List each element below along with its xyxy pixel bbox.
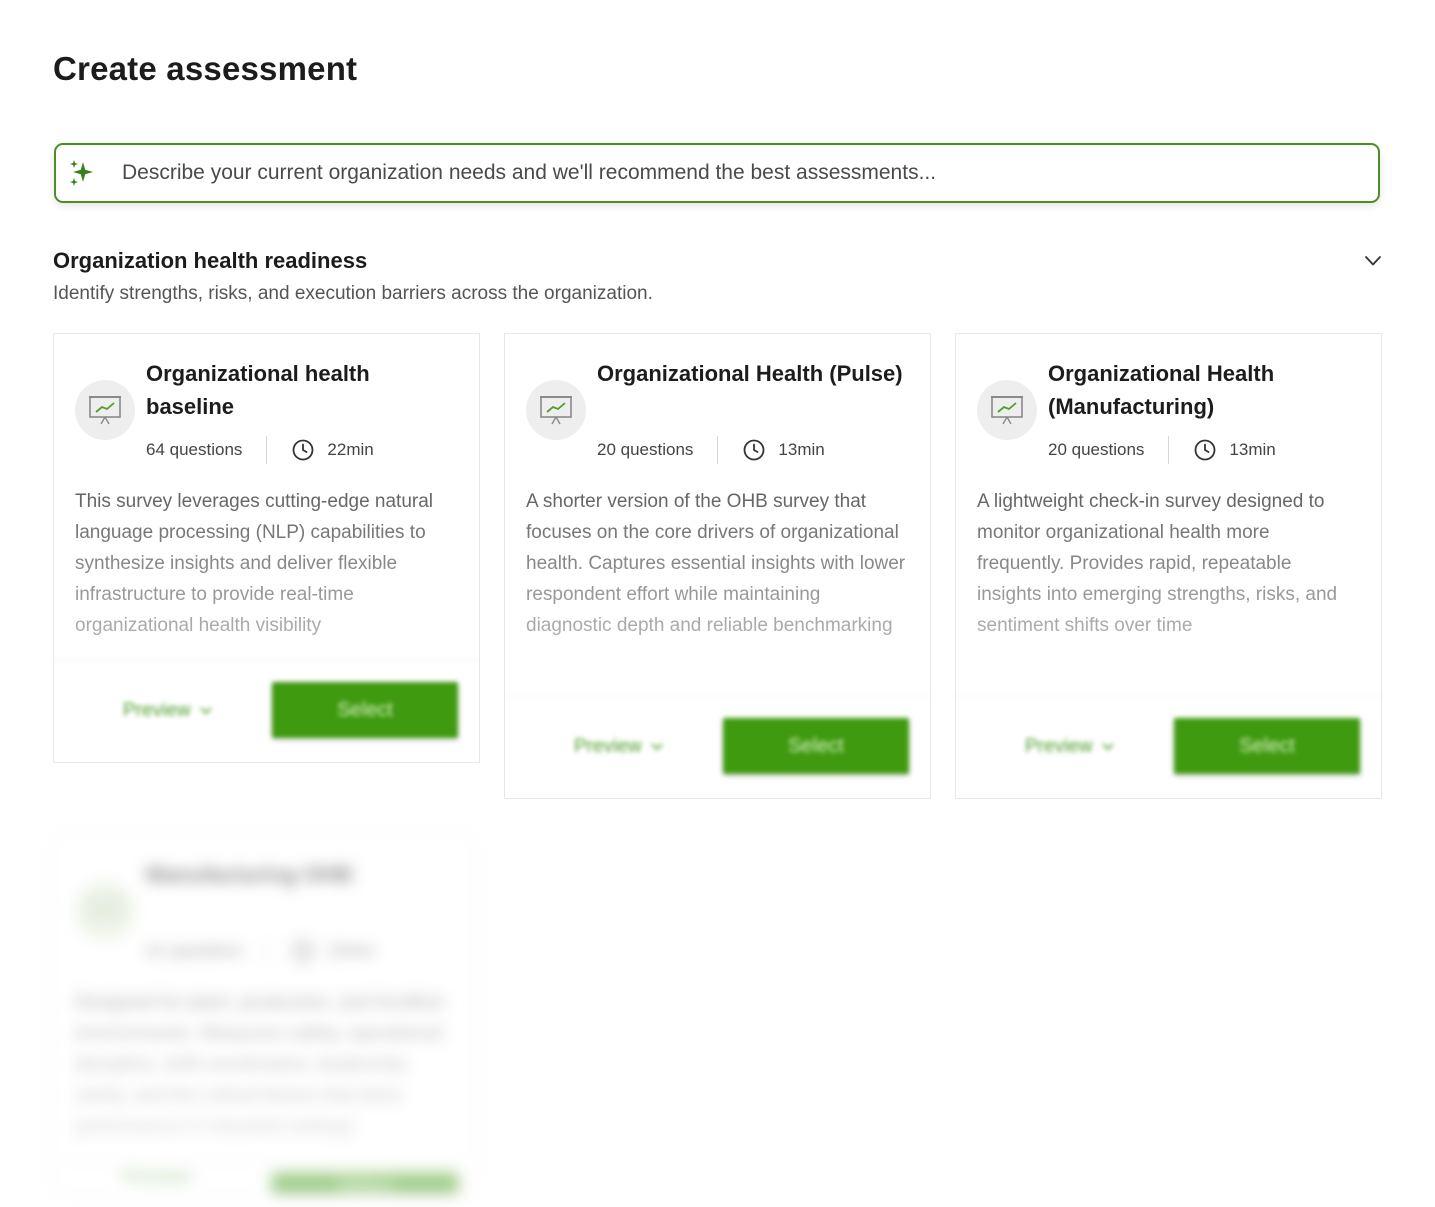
assessment-card[interactable]: Organizational Health (Manufacturing) 20… [955, 333, 1382, 799]
preview-label: Preview [123, 700, 191, 721]
assessment-card[interactable]: Organizational Health (Pulse) 20 questio… [504, 333, 931, 799]
presentation-chart-icon [526, 380, 586, 440]
section-subtitle: Identify strengths, risks, and execution… [53, 283, 653, 304]
select-button[interactable]: Select [723, 718, 909, 774]
question-count: 64 questions [146, 440, 243, 459]
preview-label: Preview [574, 736, 642, 757]
card-description: A shorter version of the OHB survey that… [526, 491, 906, 636]
preview-button[interactable]: Preview [1019, 696, 1121, 798]
select-button[interactable]: Select [1174, 718, 1360, 774]
select-button[interactable]: Select [272, 1173, 458, 1196]
card-footer: Preview Select [505, 695, 930, 798]
question-count: 41 questions [146, 941, 243, 960]
section-title: Organization health readiness [53, 248, 368, 273]
card-footer: Preview Select [54, 1162, 473, 1196]
chevron-down-icon [1365, 256, 1381, 266]
sparkle-icon [70, 160, 93, 186]
duration: 13min [778, 440, 825, 459]
question-count: 20 questions [1048, 440, 1145, 459]
preview-button[interactable]: Preview [117, 660, 219, 762]
clock-icon [1195, 439, 1216, 461]
meta-divider [266, 937, 268, 965]
page-title: Create assessment [53, 50, 358, 87]
recommendation-search[interactable] [54, 143, 1380, 203]
search-input[interactable] [122, 145, 1378, 201]
assessment-card[interactable]: Organizational health baseline 64 questi… [53, 333, 480, 763]
card-description: This survey leverages cutting-edge natur… [75, 491, 434, 636]
chevron-down-icon [199, 707, 212, 715]
clock-icon [744, 439, 765, 461]
card-description: A lightweight check-in survey designed t… [977, 491, 1338, 636]
preview-label: Preview [1025, 736, 1093, 757]
card-title: Organizational Health (Pulse) [597, 361, 903, 386]
presentation-chart-icon [977, 380, 1037, 440]
preview-button[interactable]: Preview [117, 1163, 197, 1193]
clock-icon [293, 439, 314, 461]
chevron-down-icon [650, 743, 663, 751]
clock-icon [293, 940, 314, 962]
select-button[interactable]: Select [272, 682, 458, 738]
meta-divider [266, 436, 268, 464]
card-footer: Preview Select [956, 695, 1381, 798]
presentation-chart-icon [75, 380, 135, 440]
chevron-down-icon [1101, 743, 1114, 751]
assessment-card[interactable]: Manufacturing OHB 41 questions 15min Des… [53, 834, 474, 1196]
card-title: Manufacturing OHB [146, 862, 353, 887]
duration: 13min [1229, 440, 1276, 459]
card-title: Organizational Health (Manufacturing) [1048, 361, 1275, 419]
card-title: Organizational health baseline [146, 361, 370, 419]
preview-label: Preview [123, 1167, 191, 1188]
card-footer: Preview Select [54, 659, 479, 762]
duration: 15min [327, 941, 374, 960]
meta-divider [1168, 436, 1170, 464]
duration: 22min [327, 440, 374, 459]
question-count: 20 questions [597, 440, 694, 459]
preview-button[interactable]: Preview [568, 696, 670, 798]
meta-divider [717, 436, 719, 464]
presentation-chart-icon [75, 881, 135, 941]
section-collapse-toggle[interactable] [1360, 248, 1386, 274]
card-description: Designed for plant, production, and fron… [75, 992, 444, 1137]
